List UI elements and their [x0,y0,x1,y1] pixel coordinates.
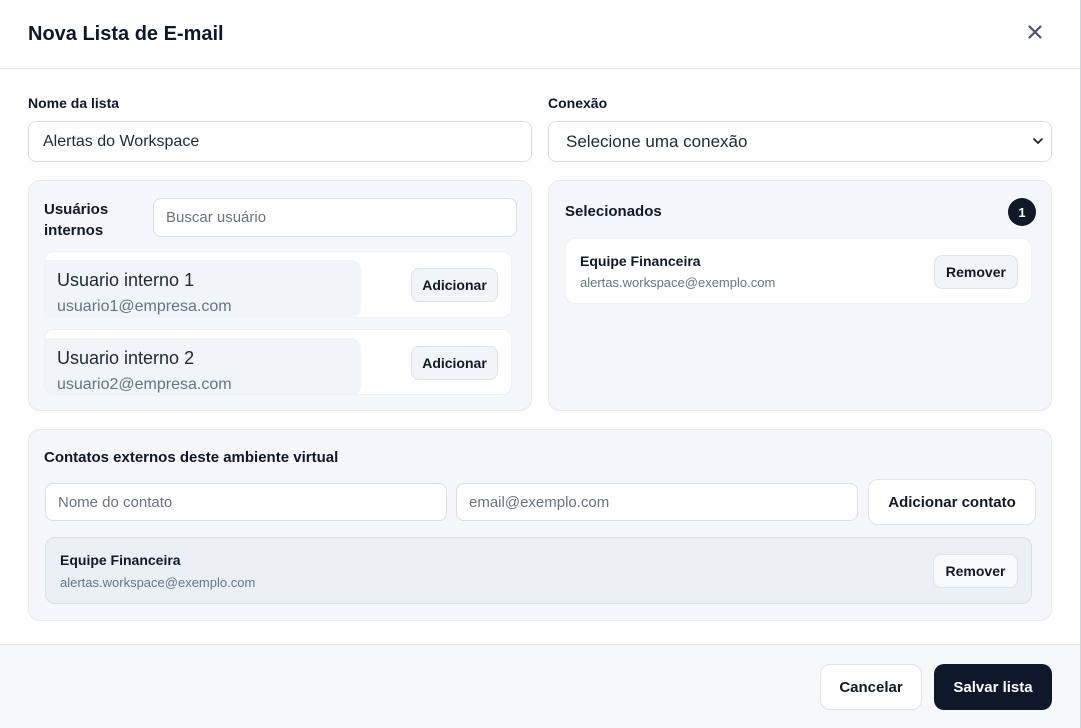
internal-users-heading-line2: internos [44,222,104,239]
remove-contact-button[interactable]: Remover [933,554,1018,588]
external-contact-name: Equipe Financeira [60,552,181,568]
external-contacts-panel: Contatos externos deste ambiente virtual… [28,429,1052,621]
internal-user-info: Usuario interno 1 usuario1@empresa.com [45,260,361,318]
save-list-button[interactable]: Salvar lista [934,664,1052,710]
chevron-down-icon [1033,138,1043,144]
remove-selected-button[interactable]: Remover [934,255,1018,289]
internal-users-panel: Usuários internos Usuario interno 1 usua… [28,180,532,411]
list-name-input[interactable] [28,121,532,162]
selected-panel: Selecionados 1 Equipe Financeira alertas… [548,180,1052,411]
internal-user-email: usuario1@empresa.com [57,298,232,315]
list-name-label: Nome da lista [28,95,120,111]
add-user-button[interactable]: Adicionar [411,346,498,380]
selected-item: Equipe Financeira alertas.workspace@exem… [565,238,1032,304]
external-contacts-heading: Contatos externos deste ambiente virtual [44,449,339,466]
user-search-input[interactable] [153,198,517,237]
close-button[interactable] [1024,21,1046,43]
selected-item-name: Equipe Financeira [580,253,701,269]
connection-label: Conexão [548,95,608,111]
internal-user-info: Usuario interno 2 usuario2@empresa.com [45,338,361,394]
internal-users-heading: Usuários internos [44,199,108,241]
internal-user-row: Usuario interno 2 usuario2@empresa.com A… [44,329,512,395]
cancel-button[interactable]: Cancelar [820,664,922,710]
close-icon [1028,25,1042,39]
internal-user-email: usuario2@empresa.com [57,376,232,393]
selected-heading: Selecionados [565,203,662,220]
contact-name-input[interactable] [45,483,447,521]
internal-user-row: Usuario interno 1 usuario1@empresa.com A… [44,251,512,318]
internal-user-name: Usuario interno 1 [57,270,195,290]
modal-footer: Cancelar Salvar lista [0,644,1080,728]
external-contact-email: alertas.workspace@exemplo.com [60,575,256,590]
selected-item-email: alertas.workspace@exemplo.com [580,275,776,290]
connection-select-value: Selecione uma conexão [566,131,748,151]
connection-select[interactable]: Selecione uma conexão [548,121,1052,162]
add-user-button[interactable]: Adicionar [411,268,498,302]
external-contact-item: Equipe Financeira alertas.workspace@exem… [45,537,1032,604]
internal-user-name: Usuario interno 2 [57,348,195,368]
modal-header: Nova Lista de E-mail [0,0,1080,69]
add-contact-button[interactable]: Adicionar contato [868,479,1036,525]
internal-users-heading-line1: Usuários [44,201,109,218]
contact-email-input[interactable] [456,483,858,521]
selected-count-badge: 1 [1008,198,1036,226]
modal-title: Nova Lista de E-mail [28,23,224,45]
new-email-list-modal: Nova Lista de E-mail Nome da lista Conex… [0,0,1081,728]
